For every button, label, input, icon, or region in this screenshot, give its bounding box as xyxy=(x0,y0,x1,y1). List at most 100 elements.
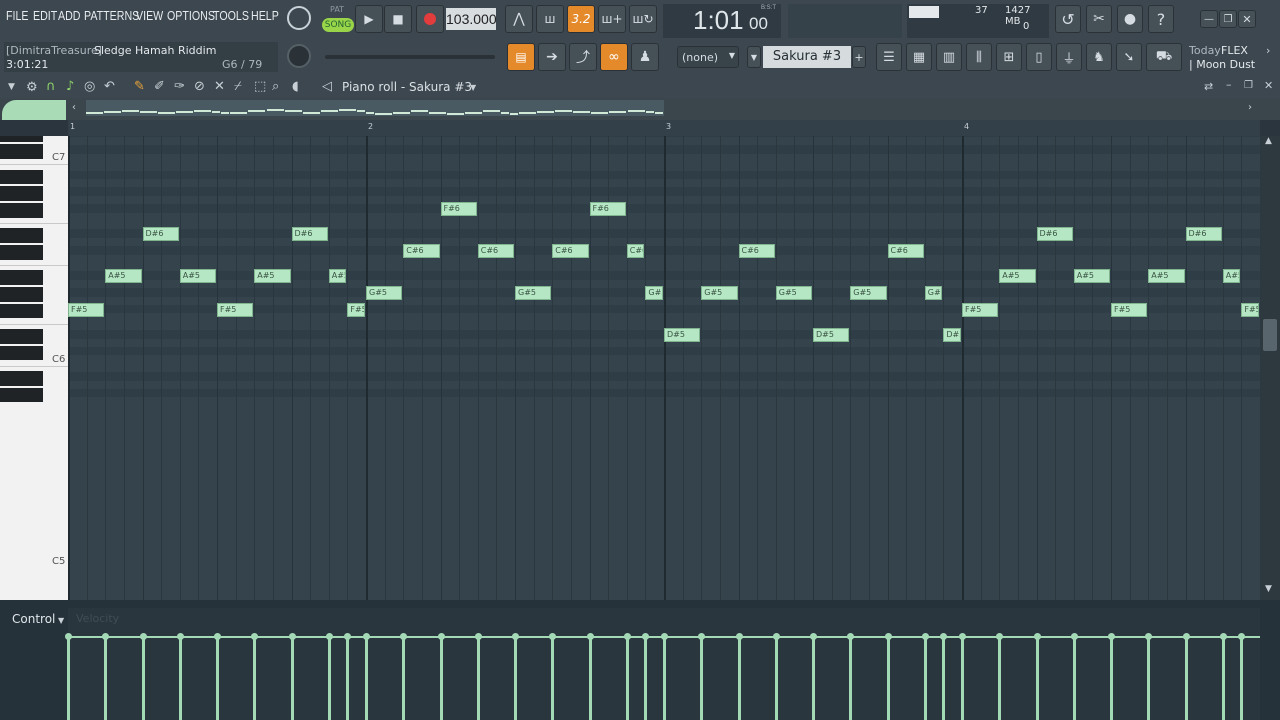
delete-icon[interactable]: ⊘ xyxy=(194,79,205,94)
note[interactable]: G#5 xyxy=(645,286,663,301)
title-chevron-icon[interactable]: ▼ xyxy=(470,83,476,92)
black-key[interactable] xyxy=(0,371,43,386)
velocity-stem[interactable] xyxy=(1184,636,1188,720)
note[interactable]: D#6 xyxy=(291,227,328,242)
velocity-stem[interactable] xyxy=(141,636,145,720)
tempo-display[interactable]: 103.000 xyxy=(446,8,497,30)
play-button[interactable]: ▶ xyxy=(355,5,383,33)
note[interactable]: D#5 xyxy=(813,328,850,343)
mixer-icon[interactable]: ⫼ xyxy=(966,43,992,71)
black-key[interactable] xyxy=(0,136,43,142)
black-key[interactable] xyxy=(0,329,43,344)
black-key[interactable] xyxy=(0,245,43,260)
note[interactable]: A#5 xyxy=(254,269,291,284)
stop-button[interactable]: ■ xyxy=(384,5,412,33)
undo-icon[interactable]: ↺ xyxy=(1055,5,1081,33)
velocity-stem[interactable] xyxy=(1110,636,1113,720)
note[interactable]: F#5 xyxy=(962,303,999,317)
options-arrow-icon[interactable]: ▼ xyxy=(8,82,15,92)
note[interactable]: C#6 xyxy=(626,244,645,259)
scroll-left-icon[interactable]: ‹ xyxy=(72,102,76,113)
velocity-stem[interactable] xyxy=(290,636,294,720)
link-icon[interactable]: ∞ xyxy=(600,43,628,71)
velocity-stem[interactable] xyxy=(67,636,70,720)
velocity-stem[interactable] xyxy=(737,636,741,720)
pr-minimize-icon[interactable]: – xyxy=(1226,78,1232,91)
black-key[interactable] xyxy=(0,287,43,302)
note[interactable]: G#5 xyxy=(701,286,738,301)
detach-icon[interactable]: ⇄ xyxy=(1204,80,1213,93)
velocity-stem[interactable] xyxy=(700,636,704,720)
velocity-stem[interactable] xyxy=(812,636,815,720)
zoom-icon[interactable]: ⌕ xyxy=(272,79,279,94)
menu-patterns[interactable]: PATTERNS xyxy=(84,8,139,23)
velocity-stem[interactable] xyxy=(1035,636,1039,720)
stamp-icon[interactable]: ♟ xyxy=(631,43,659,71)
velocity-stem[interactable] xyxy=(588,636,592,720)
note[interactable]: C#6 xyxy=(738,244,775,259)
scroll-right-icon[interactable]: › xyxy=(1248,102,1252,113)
loop-record-button[interactable]: ш↻ xyxy=(629,5,657,33)
note[interactable]: F#5 xyxy=(347,303,365,317)
black-key[interactable] xyxy=(0,270,43,285)
velocity-stem[interactable] xyxy=(774,636,778,720)
menu-view[interactable]: VIEW xyxy=(136,8,163,23)
note[interactable]: G#5 xyxy=(850,286,887,301)
time-ruler[interactable]: 1 2 3 4 xyxy=(68,120,1260,136)
scroll-up-icon[interactable]: ▲ xyxy=(1265,136,1272,146)
black-key[interactable] xyxy=(0,346,43,361)
pattern-menu-button[interactable]: ▼ xyxy=(747,46,761,68)
velocity-stem[interactable] xyxy=(1072,636,1076,720)
channel-rack-icon[interactable]: ▥ xyxy=(936,43,962,71)
wrench-icon[interactable]: ⚙ xyxy=(26,80,38,95)
target-icon[interactable]: ◎ xyxy=(84,79,95,94)
note[interactable]: F#5 xyxy=(217,303,254,317)
note[interactable]: D#6 xyxy=(1185,227,1222,242)
playback-icon[interactable]: ◖ xyxy=(292,79,299,94)
note[interactable]: F#6 xyxy=(440,202,477,217)
black-key[interactable] xyxy=(0,186,43,201)
black-key[interactable] xyxy=(0,169,43,184)
velocity-lane[interactable]: Velocity xyxy=(65,608,1260,720)
velocity-stem[interactable] xyxy=(402,636,406,720)
record-button[interactable] xyxy=(416,5,444,33)
arrow-right-icon[interactable]: ➔ xyxy=(538,43,566,71)
note[interactable]: F#5 xyxy=(1111,303,1148,317)
curve-icon[interactable]: ⤴ xyxy=(569,43,597,71)
playlist-icon[interactable]: ☰ xyxy=(876,43,902,71)
magnet-icon[interactable]: ∩ xyxy=(46,79,56,94)
plugin-icon[interactable]: ⏚ xyxy=(1056,43,1082,71)
close-button[interactable]: ✕ xyxy=(1238,10,1256,28)
control-label[interactable]: Control xyxy=(12,612,55,626)
note[interactable]: F#5 xyxy=(1241,303,1259,317)
velocity-stem[interactable] xyxy=(104,636,108,720)
black-key[interactable] xyxy=(0,228,43,243)
velocity-stem[interactable] xyxy=(346,636,350,720)
note[interactable]: A#5 xyxy=(1222,269,1241,284)
snap-button[interactable]: 3.2 xyxy=(567,5,595,33)
help-icon[interactable]: ? xyxy=(1148,5,1174,33)
black-key[interactable] xyxy=(0,144,43,159)
control-chevron-icon[interactable]: ▼ xyxy=(58,616,64,625)
scroll-thumb[interactable] xyxy=(1263,319,1277,351)
velocity-stem[interactable] xyxy=(849,636,853,720)
note[interactable]: D#6 xyxy=(1036,227,1073,242)
black-key[interactable] xyxy=(0,203,43,218)
restore-button[interactable]: ❐ xyxy=(1219,10,1237,28)
wait-record-button[interactable]: ш xyxy=(536,5,564,33)
note[interactable]: G#5 xyxy=(775,286,812,301)
note[interactable]: C#6 xyxy=(887,244,924,259)
note[interactable]: G#5 xyxy=(366,286,403,301)
minimize-button[interactable]: — xyxy=(1200,10,1218,28)
typing-keyboard-icon[interactable]: ▤ xyxy=(507,43,535,71)
velocity-stem[interactable] xyxy=(1240,636,1244,720)
menu-tools[interactable]: TOOLS xyxy=(213,8,249,23)
menu-file[interactable]: FILE xyxy=(6,8,29,23)
menu-options[interactable]: OPTIONS xyxy=(167,8,215,23)
velocity-stem[interactable] xyxy=(476,636,480,720)
undo-arrow-icon[interactable]: ↶ xyxy=(104,79,115,94)
scroll-down-icon[interactable]: ▼ xyxy=(1265,584,1272,594)
velocity-stem[interactable] xyxy=(365,636,368,720)
velocity-stem[interactable] xyxy=(514,636,517,720)
velocity-stem[interactable] xyxy=(886,636,890,720)
